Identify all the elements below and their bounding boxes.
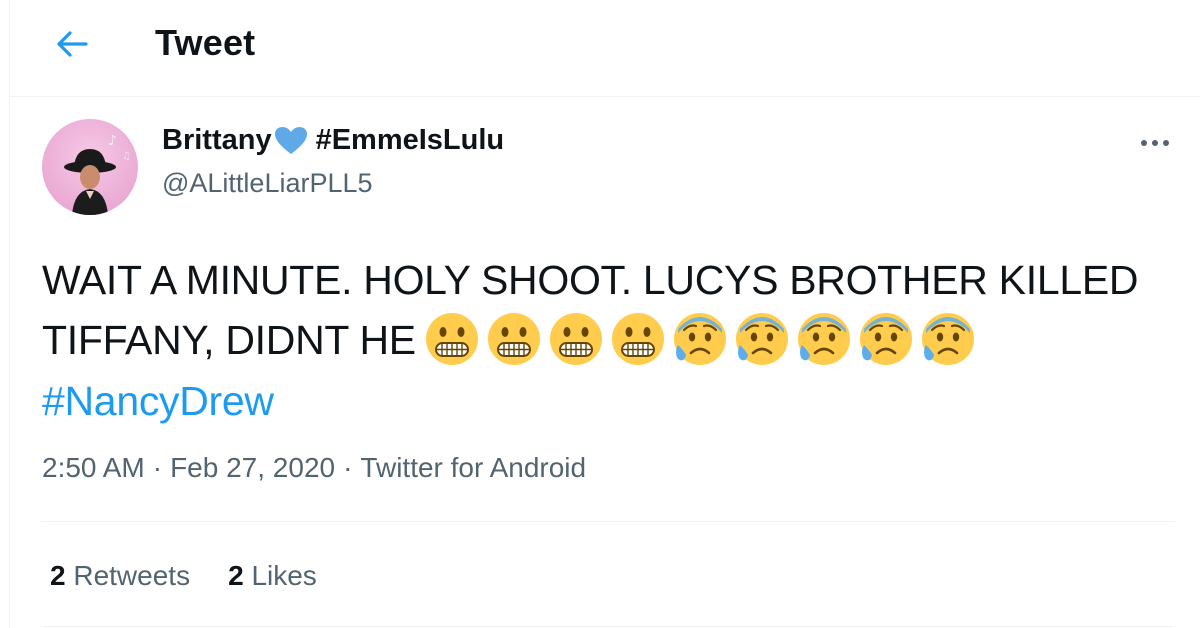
anxious-face-with-sweat-emoji	[858, 311, 914, 367]
page-header: Tweet	[10, 0, 1200, 97]
hashtag-link[interactable]: #NancyDrew	[42, 378, 274, 424]
tweet-date[interactable]: Feb 27, 2020	[170, 452, 335, 483]
anxious-face-with-sweat-emoji	[734, 311, 790, 367]
more-options-button[interactable]	[1135, 128, 1175, 158]
grimacing-face-emoji	[548, 311, 604, 367]
grimacing-face-emoji	[610, 311, 666, 367]
back-button[interactable]	[50, 22, 94, 66]
blue-heart-icon	[274, 126, 308, 156]
tweet-stats: 2 Retweets 2 Likes	[50, 560, 317, 592]
tweet-meta: 2:50 AM · Feb 27, 2020 · Twitter for Android	[42, 452, 586, 484]
retweets-stat[interactable]: 2 Retweets	[50, 560, 190, 592]
anxious-face-with-sweat-emoji	[920, 311, 976, 367]
author-display-name: Brittany	[162, 124, 272, 156]
svg-text:♫: ♫	[122, 151, 131, 162]
meta-separator: ·	[152, 452, 163, 483]
divider	[42, 626, 1174, 627]
likes-count: 2	[228, 560, 244, 591]
author-name-row[interactable]: Brittany #EmmeIsLulu	[162, 124, 504, 157]
divider	[42, 521, 1174, 522]
avatar[interactable]: ♪ ♫	[42, 119, 138, 215]
tweet-source[interactable]: Twitter for Android	[360, 452, 586, 483]
likes-label: Likes	[251, 560, 317, 591]
grimacing-face-emoji	[486, 311, 542, 367]
retweets-count: 2	[50, 560, 66, 591]
anxious-face-with-sweat-emoji	[796, 311, 852, 367]
more-horizontal-icon	[1141, 140, 1169, 146]
page-title: Tweet	[155, 22, 256, 63]
author-handle[interactable]: @ALittleLiarPLL5	[162, 168, 373, 199]
avatar-image: ♪ ♫	[42, 119, 138, 215]
tweet-time[interactable]: 2:50 AM	[42, 452, 145, 483]
author-name-suffix: #EmmeIsLulu	[315, 124, 505, 156]
likes-stat[interactable]: 2 Likes	[228, 560, 317, 592]
anxious-face-with-sweat-emoji	[672, 311, 728, 367]
meta-separator: ·	[343, 452, 353, 483]
svg-text:♪: ♪	[108, 133, 117, 149]
tweet-body: WAIT A MINUTE. HOLY SHOOT. LUCYS BROTHER…	[42, 250, 1182, 431]
retweets-label: Retweets	[73, 560, 191, 591]
grimacing-face-emoji	[424, 311, 480, 367]
emoji-group	[424, 311, 976, 367]
arrow-left-icon	[57, 31, 88, 57]
